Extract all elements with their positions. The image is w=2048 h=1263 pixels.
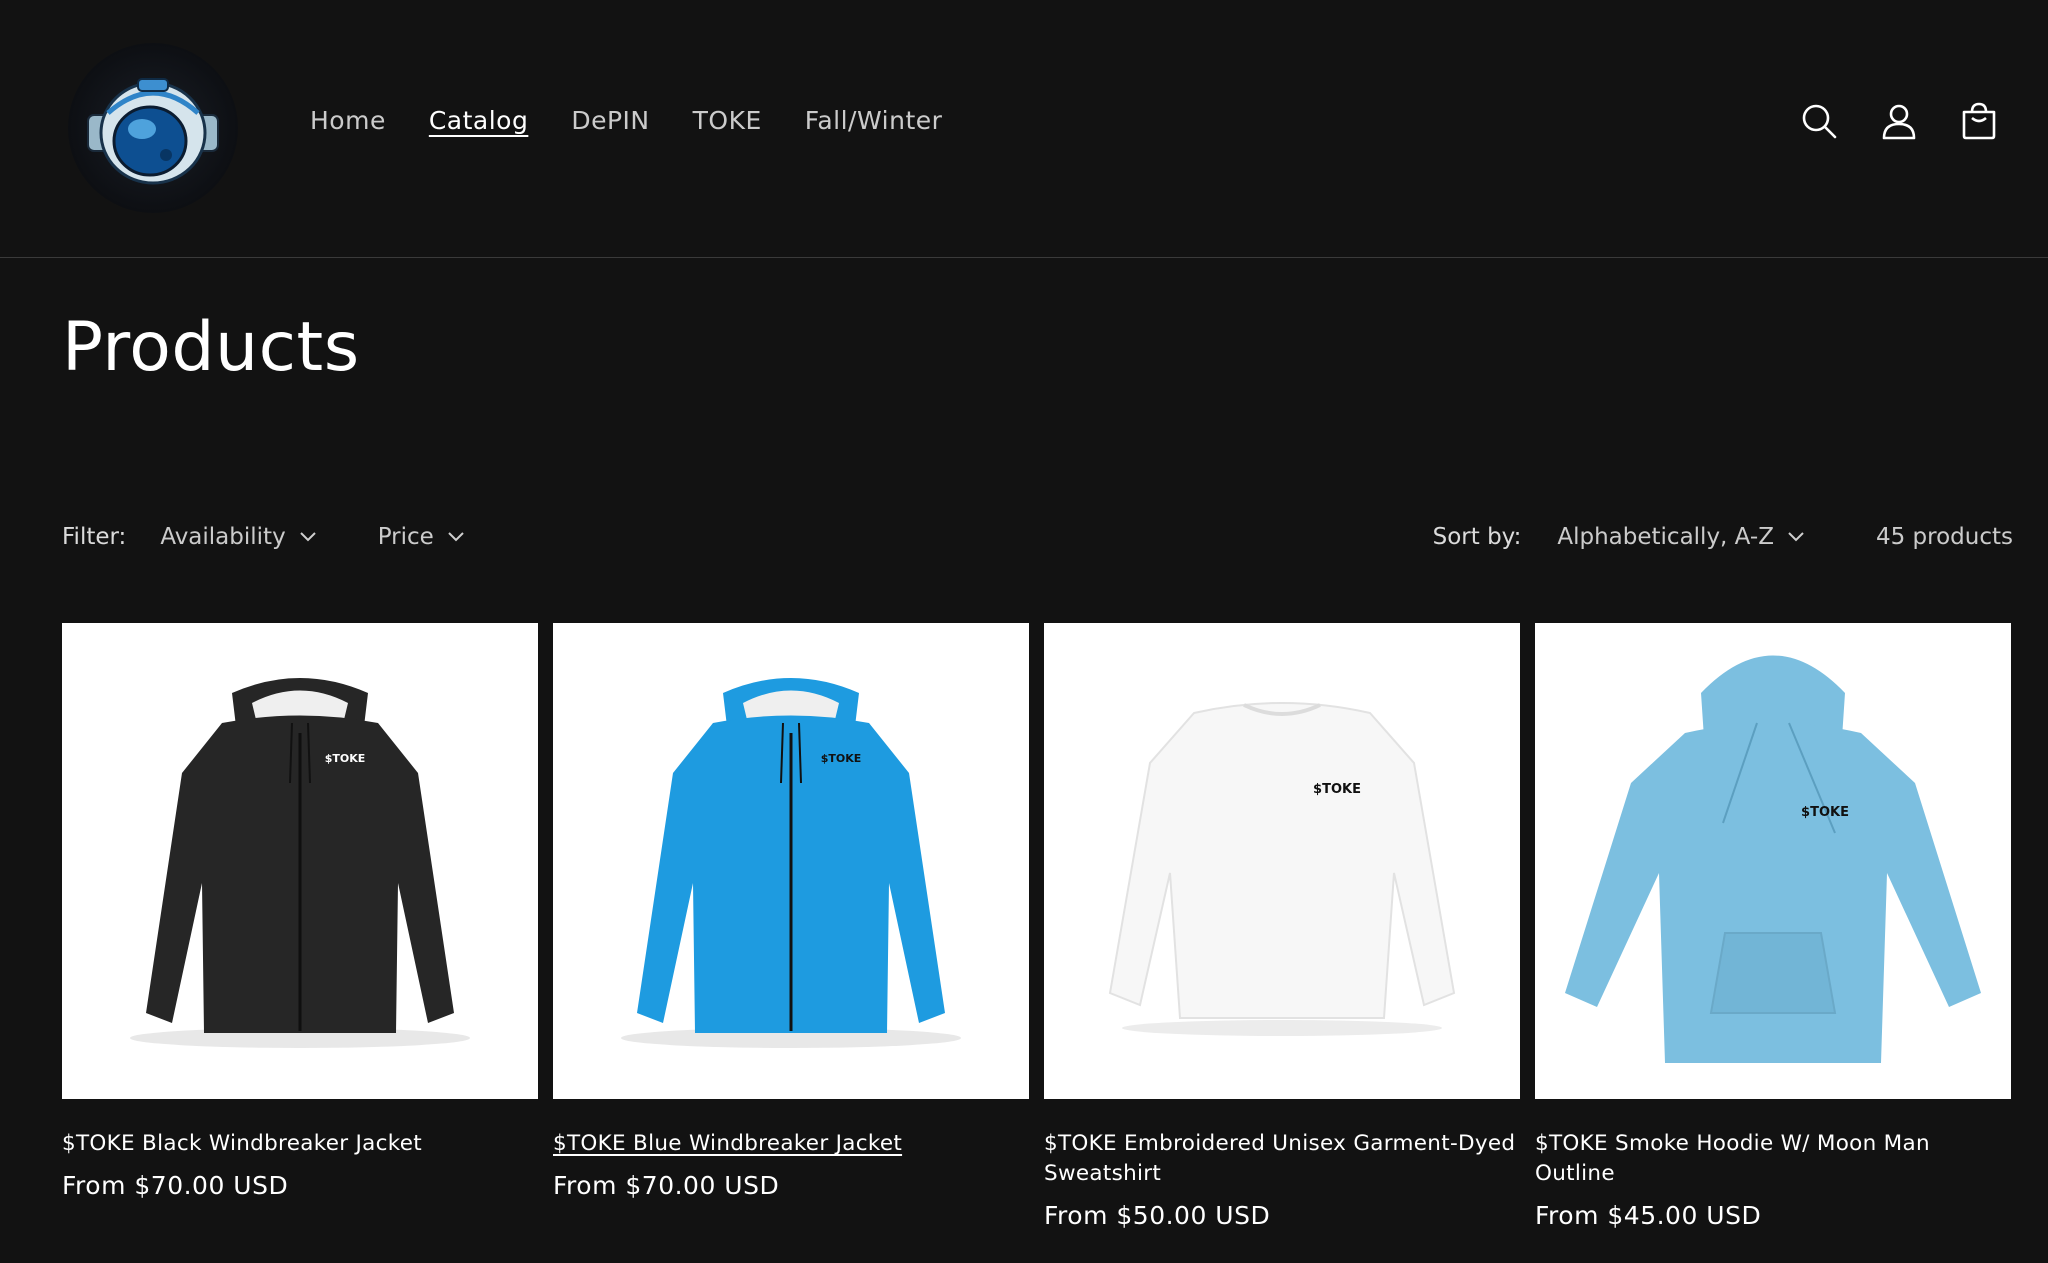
product-price: From $70.00 USD (62, 1171, 289, 1200)
nav-depin[interactable]: DePIN (571, 106, 649, 135)
product-title[interactable]: $TOKE Black Windbreaker Jacket (62, 1129, 538, 1159)
account-icon[interactable] (1880, 102, 1918, 140)
product-count: 45 products (1875, 524, 2013, 550)
product-grid: $TOKE $TOKE Black Windbreaker Jacket Fro… (62, 623, 2013, 1230)
chevron-down-icon (299, 532, 316, 542)
product-price: From $50.00 USD (1044, 1201, 1271, 1230)
nav-fall-winter[interactable]: Fall/Winter (805, 106, 943, 135)
page-title: Products (62, 308, 360, 387)
price-filter[interactable]: Price (378, 524, 464, 550)
product-title[interactable]: $TOKE Blue Windbreaker Jacket (553, 1129, 1029, 1159)
garment-logo: $TOKE (821, 752, 862, 765)
product-price: From $45.00 USD (1535, 1201, 1762, 1230)
garment-logo: $TOKE (1801, 805, 1849, 820)
product-title[interactable]: $TOKE Smoke Hoodie W/ Moon Man Outline (1535, 1129, 2011, 1189)
product-image[interactable]: $TOKE (1044, 623, 1520, 1099)
nav-home[interactable]: Home (310, 106, 386, 135)
sort-select[interactable]: Alphabetically, A-Z (1557, 524, 1804, 550)
product-price: From $70.00 USD (553, 1171, 780, 1200)
garment-logo: $TOKE (325, 752, 366, 765)
header-actions (1800, 102, 1998, 140)
product-card[interactable]: $TOKE $TOKE Smoke Hoodie W/ Moon Man Out… (1535, 623, 2011, 1230)
product-title[interactable]: $TOKE Embroidered Unisex Garment-Dyed Sw… (1044, 1129, 1520, 1189)
nav-catalog[interactable]: Catalog (429, 106, 529, 135)
sort-bar: Sort by: Alphabetically, A-Z 45 products (1433, 524, 2013, 550)
filter-bar: Filter: Availability Price (62, 524, 526, 550)
logo-astronaut-helmet[interactable] (68, 43, 238, 213)
sort-label: Sort by: (1432, 524, 1522, 550)
product-image[interactable]: $TOKE (553, 623, 1029, 1099)
product-card[interactable]: $TOKE $TOKE Embroidered Unisex Garment-D… (1044, 623, 1520, 1230)
availability-filter[interactable]: Availability (160, 524, 316, 550)
main-nav: Home Catalog DePIN TOKE Fall/Winter (310, 106, 942, 135)
garment-logo: $TOKE (1313, 782, 1361, 797)
product-card[interactable]: $TOKE $TOKE Blue Windbreaker Jacket From… (553, 623, 1029, 1230)
nav-toke[interactable]: TOKE (693, 106, 762, 135)
product-image[interactable]: $TOKE (62, 623, 538, 1099)
chevron-down-icon (448, 532, 464, 542)
chevron-down-icon (1788, 532, 1804, 542)
product-image[interactable]: $TOKE (1535, 623, 2011, 1099)
cart-icon[interactable] (1960, 102, 1998, 140)
product-card[interactable]: $TOKE $TOKE Black Windbreaker Jacket Fro… (62, 623, 538, 1230)
availability-filter-label: Availability (160, 524, 286, 550)
sort-select-value: Alphabetically, A-Z (1557, 524, 1774, 550)
search-icon[interactable] (1800, 102, 1838, 140)
site-header: Home Catalog DePIN TOKE Fall/Winter (0, 0, 2048, 258)
price-filter-label: Price (377, 524, 434, 550)
filter-label: Filter: (62, 524, 127, 550)
